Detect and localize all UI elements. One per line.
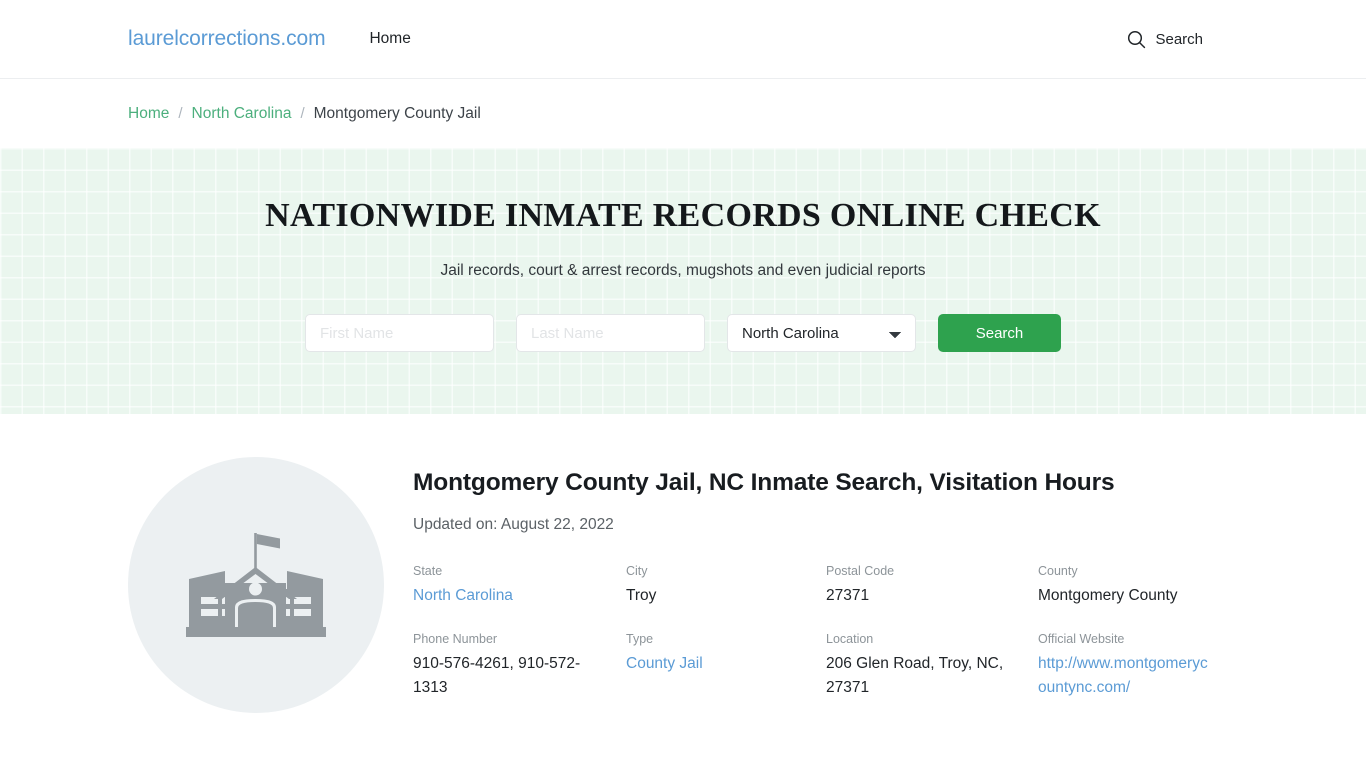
hero-subtitle: Jail records, court & arrest records, mu… — [440, 262, 926, 279]
info-value-official-website-link[interactable]: http://www.montgomerycountync.com/ — [1038, 652, 1216, 700]
info-value-type-link[interactable]: County Jail — [626, 652, 703, 676]
inmate-search-form: North Carolina Search — [305, 314, 1061, 352]
updated-on-text: Updated on: August 22, 2022 — [413, 516, 614, 533]
header-search-button[interactable]: Search — [1127, 30, 1238, 49]
site-header: laurelcorrections.com Home Search — [0, 0, 1366, 79]
info-field-phone-number: Phone Number 910-576-4261, 910-572-1313 — [413, 630, 626, 700]
main-nav: Home — [361, 26, 418, 52]
info-value-city: Troy — [626, 586, 657, 604]
facility-info-column: Montgomery County Jail, NC Inmate Search… — [413, 457, 1238, 700]
info-value-location: 206 Glen Road, Troy, NC, 27371 — [826, 654, 1004, 696]
header-search-label: Search — [1155, 30, 1203, 48]
info-field-state: State North Carolina — [413, 562, 626, 608]
site-brand-logo[interactable]: laurelcorrections.com — [128, 27, 326, 51]
avatar-column — [128, 457, 413, 713]
breadcrumb-item-home[interactable]: Home — [128, 105, 169, 123]
info-label: Location — [826, 631, 874, 646]
breadcrumb-item-north-carolina[interactable]: North Carolina — [192, 105, 292, 123]
info-field-county: County Montgomery County — [1038, 562, 1238, 608]
courthouse-building-icon — [185, 527, 327, 643]
last-name-input[interactable] — [516, 314, 705, 352]
info-value-state-link[interactable]: North Carolina — [413, 584, 513, 608]
info-field-postal-code: Postal Code 27371 — [826, 562, 1038, 608]
info-label: County — [1038, 564, 1078, 578]
hero-section: NATIONWIDE INMATE RECORDS ONLINE CHECK J… — [0, 148, 1366, 414]
info-value-postal-code: 27371 — [826, 586, 870, 604]
info-label: Type — [626, 631, 654, 646]
hero-title: NATIONWIDE INMATE RECORDS ONLINE CHECK — [265, 197, 1101, 234]
facility-info-grid: State North Carolina City Troy Postal Co… — [413, 562, 1238, 700]
hero-search-submit-button[interactable]: Search — [938, 314, 1061, 352]
info-value-phone-number: 910-576-4261, 910-572-1313 — [413, 654, 581, 696]
search-icon — [1127, 30, 1146, 49]
info-field-official-website: Official Website http://www.montgomeryco… — [1038, 630, 1238, 700]
breadcrumb-item-current: Montgomery County Jail — [313, 104, 481, 122]
info-label: Phone Number — [413, 631, 498, 646]
info-label: Official Website — [1038, 631, 1125, 646]
first-name-input[interactable] — [305, 314, 494, 352]
info-value-county: Montgomery County — [1038, 586, 1178, 604]
info-label: City — [626, 564, 648, 578]
info-field-type: Type County Jail — [626, 630, 826, 700]
facility-detail-section: Montgomery County Jail, NC Inmate Search… — [0, 414, 1366, 713]
avatar — [128, 457, 384, 713]
breadcrumb-separator: / — [300, 105, 305, 122]
nav-item-home[interactable]: Home — [361, 26, 418, 52]
breadcrumb: Home / North Carolina / Montgomery Count… — [0, 79, 1366, 148]
info-field-city: City Troy — [626, 562, 826, 608]
page-title: Montgomery County Jail, NC Inmate Search… — [413, 469, 1115, 496]
info-label: State — [413, 564, 443, 578]
state-select[interactable]: North Carolina — [727, 314, 916, 352]
info-label: Postal Code — [826, 564, 895, 578]
info-field-location: Location 206 Glen Road, Troy, NC, 27371 — [826, 630, 1038, 700]
breadcrumb-separator: / — [178, 105, 183, 122]
